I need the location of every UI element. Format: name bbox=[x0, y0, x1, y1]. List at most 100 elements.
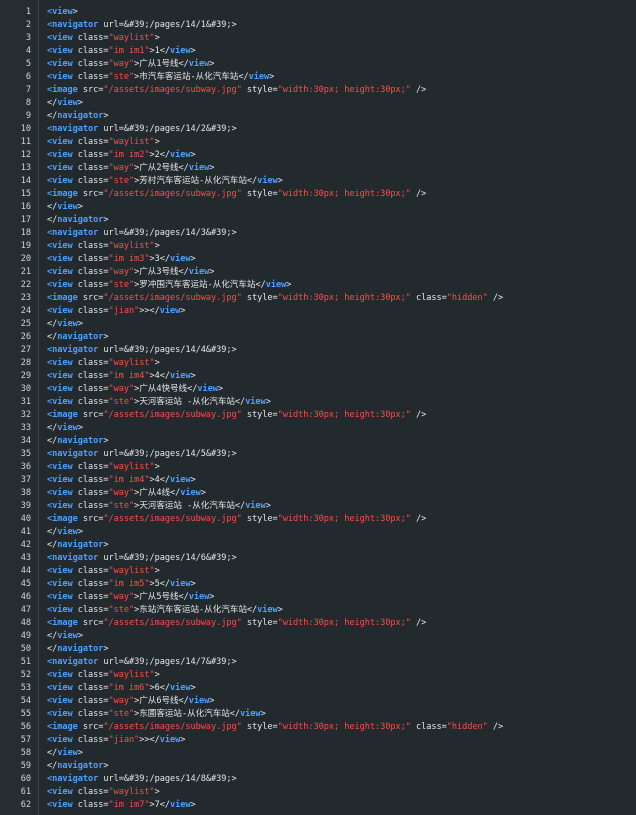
code-line[interactable]: 18 <navigator url=&#39;/pages/14/3&#39;> bbox=[0, 227, 636, 240]
code-line[interactable]: 51 <navigator url=&#39;/pages/14/7&#39;> bbox=[0, 656, 636, 669]
code-line[interactable]: 59 </navigator> bbox=[0, 760, 636, 773]
code-line[interactable]: 17 </navigator> bbox=[0, 214, 636, 227]
code-line[interactable]: 57 <view class="jian">></view> bbox=[0, 734, 636, 747]
code-token: >罗冲围汽车客运站-从化汽车站</ bbox=[134, 280, 266, 290]
code-line[interactable]: 50 </navigator> bbox=[0, 643, 636, 656]
code-token: url=&#39;/pages/14/3&#39; bbox=[98, 228, 232, 238]
line-number: 34 bbox=[20, 436, 31, 446]
code-token: view bbox=[245, 397, 266, 407]
code-line[interactable]: 20 <view class="im im3">3</view> bbox=[0, 253, 636, 266]
code-line[interactable]: 46 <view class="way">广从5号线</view> bbox=[0, 591, 636, 604]
code-line[interactable]: 14 <view class="ste">芳村汽车客运站-从化汽车站</view> bbox=[0, 175, 636, 188]
code-line[interactable]: 48 <image src="/assets/images/subway.jpg"… bbox=[0, 617, 636, 630]
code-line[interactable]: 8 </view> bbox=[0, 97, 636, 110]
code-line[interactable]: 35 <navigator url=&#39;/pages/14/5&#39;> bbox=[0, 448, 636, 461]
code-line[interactable]: 62 <view class="im im7">7</view> bbox=[0, 799, 636, 812]
code-token: "jian" bbox=[108, 735, 140, 745]
code-token: "width:30px; height:30px;" bbox=[277, 722, 411, 732]
code-line[interactable]: 53 <view class="im im6">6</view> bbox=[0, 682, 636, 695]
code-line[interactable]: 58 </view> bbox=[0, 747, 636, 760]
code-line[interactable]: 6 <view class="ste">市汽车客运站-从化汽车站</view> bbox=[0, 71, 636, 84]
code-line[interactable]: 9 </navigator> bbox=[0, 110, 636, 123]
code-token: <view bbox=[47, 267, 73, 277]
code-line[interactable]: 1 <view> bbox=[0, 6, 636, 19]
code-line[interactable]: 33 </view> bbox=[0, 422, 636, 435]
line-number: 6 bbox=[25, 72, 31, 82]
code-line[interactable]: 5 <view class="way">广从1号线</view> bbox=[0, 58, 636, 71]
code-line[interactable]: 7 <image src="/assets/images/subway.jpg" … bbox=[0, 84, 636, 97]
code-token: > bbox=[231, 20, 237, 30]
code-line[interactable]: 47 <view class="ste">东站汽车客运站-从化汽车站</view> bbox=[0, 604, 636, 617]
code-line[interactable]: 32 <image src="/assets/images/subway.jpg"… bbox=[0, 409, 636, 422]
code-token: <view bbox=[47, 176, 73, 186]
code-line[interactable]: 60 <navigator url=&#39;/pages/14/8&#39;> bbox=[0, 773, 636, 786]
code-line[interactable]: 40 <image src="/assets/images/subway.jpg"… bbox=[0, 513, 636, 526]
line-number: 38 bbox=[20, 488, 31, 498]
code-line[interactable]: 37 <view class="im im4">4</view> bbox=[0, 474, 636, 487]
code-token: url=&#39;/pages/14/4&#39; bbox=[98, 345, 232, 355]
code-line[interactable]: 10 <navigator url=&#39;/pages/14/2&#39;> bbox=[0, 123, 636, 136]
code-line[interactable]: 15 <image src="/assets/images/subway.jpg"… bbox=[0, 188, 636, 201]
code-line[interactable]: 31 <view class="ste">天河客运站 -从化汽车站</view> bbox=[0, 396, 636, 409]
code-line[interactable]: 27 <navigator url=&#39;/pages/14/4&#39;> bbox=[0, 344, 636, 357]
code-token: > bbox=[77, 202, 83, 212]
code-line[interactable]: 26 </navigator> bbox=[0, 331, 636, 344]
code-token: style= bbox=[241, 722, 278, 732]
code-line[interactable]: 22 <view class="ste">罗冲围汽车客运站-从化汽车站</view… bbox=[0, 279, 636, 292]
code-token: </ bbox=[47, 332, 58, 342]
code-line[interactable]: 12 <view class="im im2">2</view> bbox=[0, 149, 636, 162]
code-line[interactable]: 21 <view class="way">广从3号线</view> bbox=[0, 266, 636, 279]
code-line[interactable]: 38 <view class="way">广从4线</view> bbox=[0, 487, 636, 500]
code-token: view bbox=[257, 605, 278, 615]
code-line[interactable]: 2 <navigator url=&#39;/pages/14/1&#39;> bbox=[0, 19, 636, 32]
code-line[interactable]: 55 <view class="ste">东圃客运站-从化汽车站</view> bbox=[0, 708, 636, 721]
code-line[interactable]: 4 <view class="im im1">1</view> bbox=[0, 45, 636, 58]
code-line[interactable]: 23 <image src="/assets/images/subway.jpg"… bbox=[0, 292, 636, 305]
code-token: <image bbox=[47, 618, 78, 628]
code-token: > bbox=[77, 319, 83, 329]
line-number: 54 bbox=[20, 696, 31, 706]
code-line[interactable]: 19 <view class="waylist"> bbox=[0, 240, 636, 253]
code-line[interactable]: 49 </view> bbox=[0, 630, 636, 643]
code-token: > bbox=[277, 605, 283, 615]
line-number: 10 bbox=[20, 124, 31, 134]
code-line[interactable]: 44 <view class="waylist"> bbox=[0, 565, 636, 578]
code-line[interactable]: 3 <view class="waylist"> bbox=[0, 32, 636, 45]
code-line[interactable]: 28 <view class="waylist"> bbox=[0, 357, 636, 370]
code-line[interactable]: 41 </view> bbox=[0, 526, 636, 539]
code-line[interactable]: 25 </view> bbox=[0, 318, 636, 331]
code-line[interactable]: 61 <view class="waylist"> bbox=[0, 786, 636, 799]
code-token: </ bbox=[47, 202, 58, 212]
code-line[interactable]: 30 <view class="way">广从4快号线</view> bbox=[0, 383, 636, 396]
code-line[interactable]: 52 <view class="waylist"> bbox=[0, 669, 636, 682]
code-token: "width:30px; height:30px;" bbox=[277, 618, 411, 628]
code-line[interactable]: 36 <view class="waylist"> bbox=[0, 461, 636, 474]
code-token: > bbox=[190, 475, 196, 485]
code-token: src= bbox=[77, 189, 104, 199]
code-line[interactable]: 42 </navigator> bbox=[0, 539, 636, 552]
code-line[interactable]: 54 <view class="way">广从6号线</view> bbox=[0, 695, 636, 708]
code-token: "way" bbox=[108, 267, 135, 277]
code-line[interactable]: 39 <view class="ste">天河客运站 -从化汽车站</view> bbox=[0, 500, 636, 513]
code-token: "waylist" bbox=[108, 566, 155, 576]
code-line[interactable]: 11 <view class="waylist"> bbox=[0, 136, 636, 149]
code-line[interactable]: 29 <view class="im im4">4</view> bbox=[0, 370, 636, 383]
code-line[interactable]: 56 <image src="/assets/images/subway.jpg"… bbox=[0, 721, 636, 734]
code-token: class= bbox=[72, 150, 109, 160]
code-line[interactable]: 43 <navigator url=&#39;/pages/14/6&#39;> bbox=[0, 552, 636, 565]
code-token: <image bbox=[47, 293, 78, 303]
code-token: navigator bbox=[57, 215, 104, 225]
line-number: 57 bbox=[20, 735, 31, 745]
code-token: url=&#39;/pages/14/8&#39; bbox=[98, 774, 232, 784]
code-line[interactable]: 13 <view class="way">广从2号线</view> bbox=[0, 162, 636, 175]
code-line[interactable]: 34 </navigator> bbox=[0, 435, 636, 448]
code-line[interactable]: 24 <view class="jian">></view> bbox=[0, 305, 636, 318]
code-editor[interactable]: 1 <view> 2 <navigator url=&#39;/pages/14/1&… bbox=[0, 0, 636, 815]
code-area[interactable]: 1 <view> 2 <navigator url=&#39;/pages/14/1&… bbox=[0, 6, 636, 812]
code-token: class= bbox=[72, 683, 109, 693]
code-token: >广从4线</ bbox=[134, 488, 181, 498]
code-token: class= bbox=[410, 293, 447, 303]
code-line[interactable]: 16 </view> bbox=[0, 201, 636, 214]
code-token: view bbox=[170, 683, 191, 693]
code-line[interactable]: 45 <view class="im im5">5</view> bbox=[0, 578, 636, 591]
